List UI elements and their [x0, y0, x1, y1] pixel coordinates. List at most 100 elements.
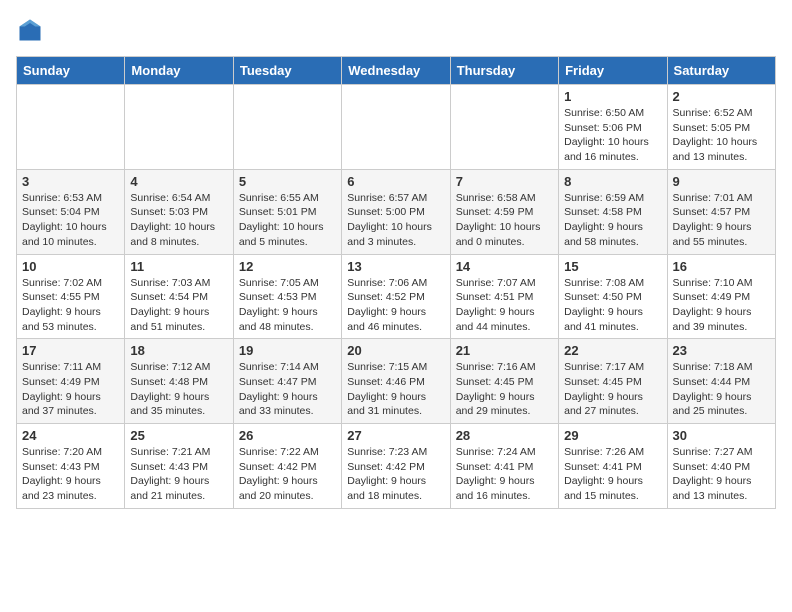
day-info: Sunrise: 7:06 AM Sunset: 4:52 PM Dayligh… [347, 276, 444, 335]
logo-icon [16, 16, 44, 44]
calendar-header-wednesday: Wednesday [342, 57, 450, 85]
calendar-header-saturday: Saturday [667, 57, 775, 85]
calendar-header-sunday: Sunday [17, 57, 125, 85]
day-info: Sunrise: 7:05 AM Sunset: 4:53 PM Dayligh… [239, 276, 336, 335]
calendar-cell: 8 Sunrise: 6:59 AM Sunset: 4:58 PM Daylig… [559, 169, 667, 254]
calendar-cell: 18 Sunrise: 7:12 AM Sunset: 4:48 PM Dayli… [125, 339, 233, 424]
day-number: 25 [130, 428, 227, 443]
day-number: 23 [673, 343, 770, 358]
day-info: Sunrise: 7:11 AM Sunset: 4:49 PM Dayligh… [22, 360, 119, 419]
calendar-cell: 4 Sunrise: 6:54 AM Sunset: 5:03 PM Daylig… [125, 169, 233, 254]
day-info: Sunrise: 7:12 AM Sunset: 4:48 PM Dayligh… [130, 360, 227, 419]
calendar-header-row: SundayMondayTuesdayWednesdayThursdayFrid… [17, 57, 776, 85]
day-info: Sunrise: 7:02 AM Sunset: 4:55 PM Dayligh… [22, 276, 119, 335]
calendar-header-tuesday: Tuesday [233, 57, 341, 85]
day-number: 7 [456, 174, 553, 189]
day-info: Sunrise: 6:50 AM Sunset: 5:06 PM Dayligh… [564, 106, 661, 165]
day-info: Sunrise: 7:15 AM Sunset: 4:46 PM Dayligh… [347, 360, 444, 419]
day-number: 18 [130, 343, 227, 358]
day-number: 12 [239, 259, 336, 274]
calendar-cell [125, 85, 233, 170]
calendar-cell: 12 Sunrise: 7:05 AM Sunset: 4:53 PM Dayli… [233, 254, 341, 339]
day-info: Sunrise: 6:54 AM Sunset: 5:03 PM Dayligh… [130, 191, 227, 250]
calendar-cell: 10 Sunrise: 7:02 AM Sunset: 4:55 PM Dayli… [17, 254, 125, 339]
day-number: 4 [130, 174, 227, 189]
day-number: 6 [347, 174, 444, 189]
day-number: 26 [239, 428, 336, 443]
page-header [16, 16, 776, 44]
day-number: 1 [564, 89, 661, 104]
calendar-cell: 20 Sunrise: 7:15 AM Sunset: 4:46 PM Dayli… [342, 339, 450, 424]
calendar-cell: 28 Sunrise: 7:24 AM Sunset: 4:41 PM Dayli… [450, 424, 558, 509]
day-number: 29 [564, 428, 661, 443]
day-number: 15 [564, 259, 661, 274]
calendar-cell [342, 85, 450, 170]
day-info: Sunrise: 7:07 AM Sunset: 4:51 PM Dayligh… [456, 276, 553, 335]
calendar-cell [450, 85, 558, 170]
calendar-cell: 2 Sunrise: 6:52 AM Sunset: 5:05 PM Daylig… [667, 85, 775, 170]
day-info: Sunrise: 6:52 AM Sunset: 5:05 PM Dayligh… [673, 106, 770, 165]
day-info: Sunrise: 6:57 AM Sunset: 5:00 PM Dayligh… [347, 191, 444, 250]
day-number: 28 [456, 428, 553, 443]
day-info: Sunrise: 7:27 AM Sunset: 4:40 PM Dayligh… [673, 445, 770, 504]
day-info: Sunrise: 7:21 AM Sunset: 4:43 PM Dayligh… [130, 445, 227, 504]
day-info: Sunrise: 7:08 AM Sunset: 4:50 PM Dayligh… [564, 276, 661, 335]
day-number: 20 [347, 343, 444, 358]
day-info: Sunrise: 7:20 AM Sunset: 4:43 PM Dayligh… [22, 445, 119, 504]
day-number: 2 [673, 89, 770, 104]
calendar-cell: 25 Sunrise: 7:21 AM Sunset: 4:43 PM Dayli… [125, 424, 233, 509]
day-number: 24 [22, 428, 119, 443]
day-number: 11 [130, 259, 227, 274]
day-number: 10 [22, 259, 119, 274]
calendar-week-row: 17 Sunrise: 7:11 AM Sunset: 4:49 PM Dayli… [17, 339, 776, 424]
calendar-cell [233, 85, 341, 170]
calendar-header-monday: Monday [125, 57, 233, 85]
day-info: Sunrise: 7:22 AM Sunset: 4:42 PM Dayligh… [239, 445, 336, 504]
day-number: 27 [347, 428, 444, 443]
calendar-cell: 11Sunrise: 7:03 AM Sunset: 4:54 PM Dayli… [125, 254, 233, 339]
calendar-cell: 1 Sunrise: 6:50 AM Sunset: 5:06 PM Daylig… [559, 85, 667, 170]
calendar-cell: 16 Sunrise: 7:10 AM Sunset: 4:49 PM Dayli… [667, 254, 775, 339]
calendar-week-row: 3 Sunrise: 6:53 AM Sunset: 5:04 PM Daylig… [17, 169, 776, 254]
day-info: Sunrise: 7:16 AM Sunset: 4:45 PM Dayligh… [456, 360, 553, 419]
logo [16, 16, 48, 44]
day-info: Sunrise: 6:59 AM Sunset: 4:58 PM Dayligh… [564, 191, 661, 250]
day-info: Sunrise: 7:17 AM Sunset: 4:45 PM Dayligh… [564, 360, 661, 419]
day-number: 17 [22, 343, 119, 358]
calendar-cell: 13 Sunrise: 7:06 AM Sunset: 4:52 PM Dayli… [342, 254, 450, 339]
calendar-header-thursday: Thursday [450, 57, 558, 85]
day-number: 19 [239, 343, 336, 358]
calendar-week-row: 24 Sunrise: 7:20 AM Sunset: 4:43 PM Dayli… [17, 424, 776, 509]
calendar-cell: 24 Sunrise: 7:20 AM Sunset: 4:43 PM Dayli… [17, 424, 125, 509]
day-number: 14 [456, 259, 553, 274]
calendar-cell: 30 Sunrise: 7:27 AM Sunset: 4:40 PM Dayli… [667, 424, 775, 509]
calendar-cell: 17 Sunrise: 7:11 AM Sunset: 4:49 PM Dayli… [17, 339, 125, 424]
day-info: Sunrise: 7:01 AM Sunset: 4:57 PM Dayligh… [673, 191, 770, 250]
calendar-cell: 9Sunrise: 7:01 AM Sunset: 4:57 PM Daylig… [667, 169, 775, 254]
day-info: Sunrise: 7:24 AM Sunset: 4:41 PM Dayligh… [456, 445, 553, 504]
calendar-cell: 15 Sunrise: 7:08 AM Sunset: 4:50 PM Dayli… [559, 254, 667, 339]
day-number: 3 [22, 174, 119, 189]
day-number: 22 [564, 343, 661, 358]
calendar-week-row: 10 Sunrise: 7:02 AM Sunset: 4:55 PM Dayli… [17, 254, 776, 339]
calendar-cell: 26 Sunrise: 7:22 AM Sunset: 4:42 PM Dayli… [233, 424, 341, 509]
day-number: 8 [564, 174, 661, 189]
calendar-cell: 27 Sunrise: 7:23 AM Sunset: 4:42 PM Dayli… [342, 424, 450, 509]
day-number: 13 [347, 259, 444, 274]
day-number: 30 [673, 428, 770, 443]
calendar-cell: 6 Sunrise: 6:57 AM Sunset: 5:00 PM Daylig… [342, 169, 450, 254]
day-info: Sunrise: 7:10 AM Sunset: 4:49 PM Dayligh… [673, 276, 770, 335]
day-number: 16 [673, 259, 770, 274]
day-info: Sunrise: 7:14 AM Sunset: 4:47 PM Dayligh… [239, 360, 336, 419]
calendar-cell: 7 Sunrise: 6:58 AM Sunset: 4:59 PM Daylig… [450, 169, 558, 254]
calendar-cell: 21Sunrise: 7:16 AM Sunset: 4:45 PM Dayli… [450, 339, 558, 424]
day-info: Sunrise: 7:23 AM Sunset: 4:42 PM Dayligh… [347, 445, 444, 504]
calendar-cell: 14 Sunrise: 7:07 AM Sunset: 4:51 PM Dayli… [450, 254, 558, 339]
calendar-cell: 3 Sunrise: 6:53 AM Sunset: 5:04 PM Daylig… [17, 169, 125, 254]
day-info: Sunrise: 6:53 AM Sunset: 5:04 PM Dayligh… [22, 191, 119, 250]
calendar-header-friday: Friday [559, 57, 667, 85]
calendar-cell: 22 Sunrise: 7:17 AM Sunset: 4:45 PM Dayli… [559, 339, 667, 424]
calendar-table: SundayMondayTuesdayWednesdayThursdayFrid… [16, 56, 776, 509]
day-info: Sunrise: 7:18 AM Sunset: 4:44 PM Dayligh… [673, 360, 770, 419]
day-info: Sunrise: 6:58 AM Sunset: 4:59 PM Dayligh… [456, 191, 553, 250]
